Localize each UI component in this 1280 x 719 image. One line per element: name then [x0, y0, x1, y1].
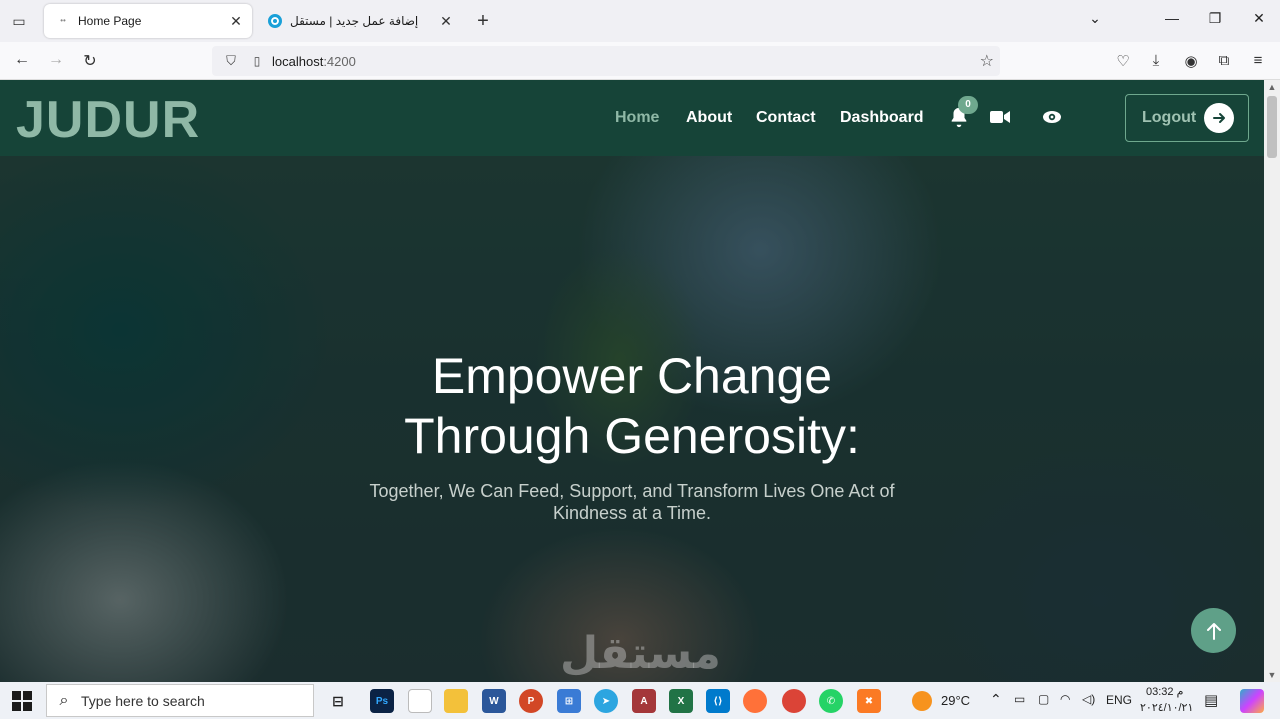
close-window-button[interactable]: ✕ — [1249, 10, 1269, 27]
site-navbar: JUDUR Home About Contact Dashboard 0 Log… — [0, 80, 1264, 156]
tab-overflow-chevron-icon[interactable]: ⌄ — [1085, 10, 1105, 27]
bookmark-star-icon[interactable]: ☆ — [980, 51, 994, 71]
url-text: localhost:4200 — [272, 53, 356, 69]
page-info-icon[interactable]: ▯ — [246, 54, 268, 68]
file-explorer-icon[interactable] — [444, 689, 468, 713]
reload-button[interactable]: ↻ — [80, 51, 100, 71]
address-bar[interactable]: ⛉ ▯ localhost:4200 ☆ — [212, 46, 1000, 76]
hero-title-line-2: Through Generosity: — [404, 408, 860, 464]
logout-label: Logout — [1142, 109, 1197, 126]
search-placeholder: Type here to search — [81, 692, 205, 709]
firefox-icon[interactable] — [743, 689, 767, 713]
brand-logo[interactable]: JUDUR — [16, 90, 200, 150]
eye-icon[interactable] — [1042, 110, 1062, 124]
minimize-button[interactable]: — — [1162, 10, 1182, 26]
restore-button[interactable]: ❐ — [1205, 10, 1225, 27]
search-icon: ⌕ — [59, 691, 69, 709]
tab-mostaql[interactable]: إضافة عمل جديد | مستقل ✕ — [256, 4, 462, 38]
nav-link-home[interactable]: Home — [615, 109, 659, 127]
tab-home-page[interactable]: •• Home Page ✕ — [44, 4, 252, 38]
downloads-icon[interactable]: ⤓ — [1145, 52, 1167, 69]
tab-close-icon[interactable]: ✕ — [226, 13, 246, 30]
telegram-icon[interactable]: ➤ — [594, 689, 618, 713]
notepad-icon[interactable] — [408, 689, 432, 713]
browser-toolbar: ← → ↻ ⛉ ▯ localhost:4200 ☆ ♡ ⤓ ◉ ⧉ ≡ — [0, 42, 1280, 80]
excel-icon[interactable]: X — [669, 689, 693, 713]
tray-expand-icon[interactable]: ⌃ — [990, 691, 1002, 708]
pocket-icon[interactable]: ♡ — [1112, 52, 1134, 70]
powerpoint-icon[interactable]: P — [519, 689, 543, 713]
scroll-down-icon[interactable]: ▼ — [1264, 668, 1280, 682]
windows-taskbar: ⌕ Type here to search ⊟ Ps W P ⊞ ➤ A X ⟨… — [0, 682, 1280, 719]
language-indicator[interactable]: ENG — [1106, 693, 1132, 707]
browser-tab-strip: ▭ •• Home Page ✕ إضافة عمل جديد | مستقل … — [0, 0, 1280, 42]
wifi-icon[interactable]: ◠ — [1060, 692, 1070, 706]
whatsapp-icon[interactable]: ✆ — [819, 689, 843, 713]
hero-title: Empower Change Through Generosity: — [0, 346, 1264, 466]
watermark-logo: مستقل — [560, 628, 721, 679]
tab-favicon-icon — [268, 14, 282, 28]
new-tab-button[interactable]: + — [472, 10, 494, 33]
clock-date[interactable]: ٢٠٢٤/١٠/٢١ — [1140, 701, 1193, 714]
nav-link-about[interactable]: About — [686, 109, 732, 127]
notification-badge: 0 — [958, 96, 978, 114]
windows-start-icon[interactable] — [12, 691, 32, 711]
hero-subtitle: Together, We Can Feed, Support, and Tran… — [369, 481, 895, 523]
copilot-icon[interactable] — [1240, 689, 1264, 713]
clock-time[interactable]: 03:32 م — [1146, 685, 1183, 698]
store-icon[interactable]: ⊞ — [557, 689, 581, 713]
nav-link-contact[interactable]: Contact — [756, 109, 816, 127]
video-camera-icon[interactable] — [990, 110, 1010, 124]
shield-icon[interactable]: ⛉ — [216, 53, 246, 69]
weather-sun-icon[interactable] — [912, 691, 932, 711]
tab-list-icon[interactable]: ▭ — [10, 12, 28, 30]
tab-title: Home Page — [78, 14, 142, 28]
arrow-up-icon — [1206, 622, 1221, 640]
access-icon[interactable]: A — [632, 689, 656, 713]
extensions-icon[interactable]: ⧉ — [1213, 52, 1235, 69]
vscode-icon[interactable]: ⟨⟩ — [706, 689, 730, 713]
arrow-right-icon — [1204, 103, 1234, 133]
tab-close-icon[interactable]: ✕ — [436, 13, 456, 30]
hero-title-line-1: Empower Change — [431, 348, 833, 404]
scrollbar-thumb[interactable] — [1267, 96, 1277, 158]
notification-center-icon[interactable]: ▤ — [1204, 691, 1218, 709]
meet-icon[interactable]: ▢ — [1038, 692, 1049, 706]
battery-icon[interactable]: ▭ — [1014, 692, 1025, 706]
photoshop-icon[interactable]: Ps — [370, 689, 394, 713]
menu-icon[interactable]: ≡ — [1247, 52, 1269, 69]
nav-link-dashboard[interactable]: Dashboard — [840, 109, 924, 127]
taskbar-search-box[interactable]: ⌕ Type here to search — [46, 684, 314, 717]
back-button[interactable]: ← — [12, 51, 32, 69]
tab-favicon-icon: •• — [60, 16, 66, 25]
hero-section: JUDUR Home About Contact Dashboard 0 Log… — [0, 80, 1264, 682]
logout-button[interactable]: Logout — [1125, 94, 1249, 142]
scroll-to-top-button[interactable] — [1191, 608, 1236, 653]
volume-icon[interactable]: ◁) — [1082, 692, 1095, 706]
page-scrollbar[interactable]: ▲ ▼ — [1264, 80, 1280, 682]
forward-button[interactable]: → — [46, 51, 66, 69]
weather-temp[interactable]: 29°C — [941, 693, 970, 708]
xampp-icon[interactable]: ✖ — [857, 689, 881, 713]
tab-title: إضافة عمل جديد | مستقل — [290, 14, 419, 28]
task-view-icon[interactable]: ⊟ — [326, 689, 350, 713]
scroll-up-icon[interactable]: ▲ — [1264, 80, 1280, 94]
word-icon[interactable]: W — [482, 689, 506, 713]
account-icon[interactable]: ◉ — [1180, 52, 1202, 70]
chrome-icon[interactable] — [782, 689, 806, 713]
